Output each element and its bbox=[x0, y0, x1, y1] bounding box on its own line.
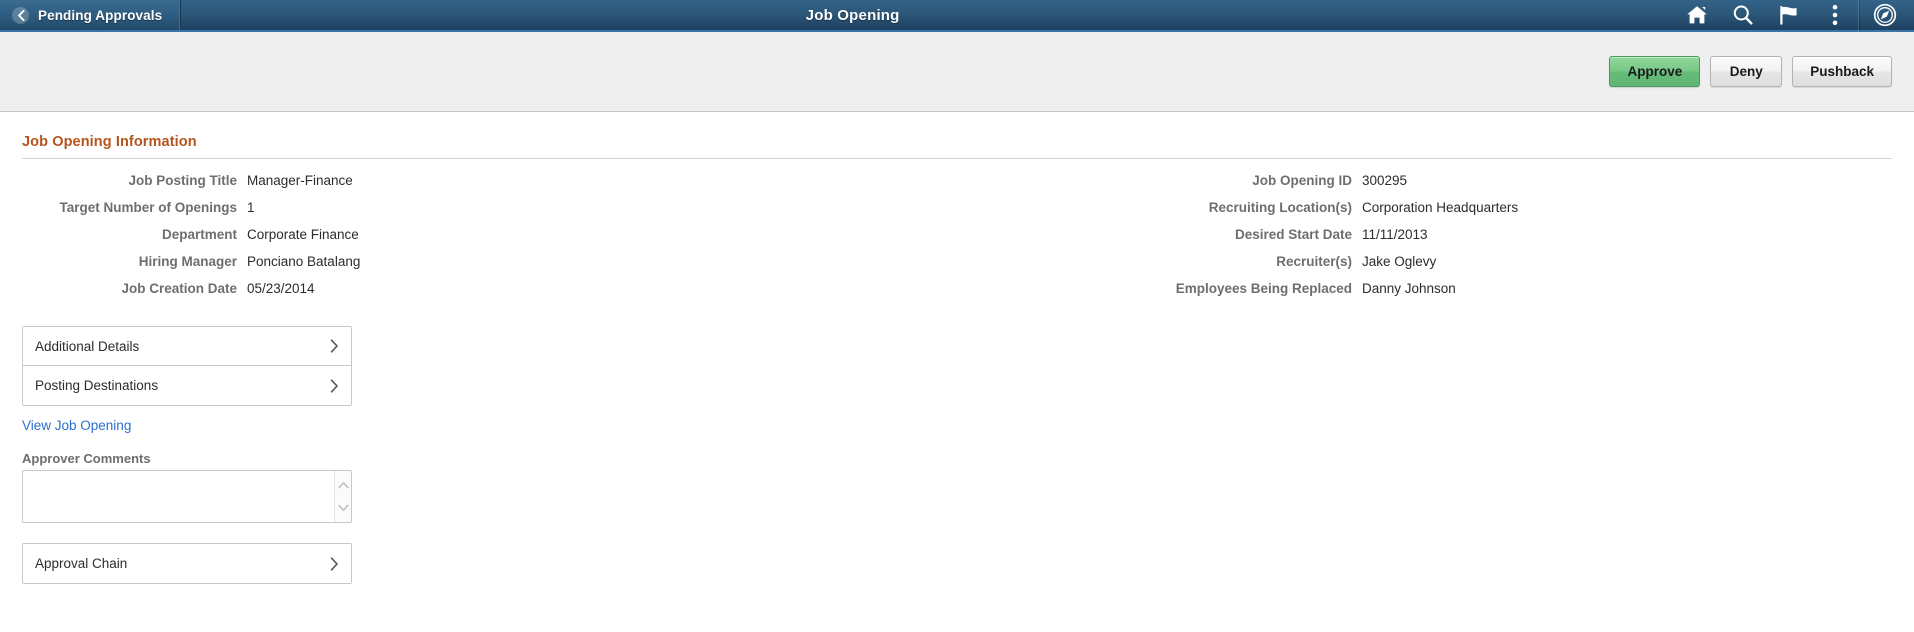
panel-row-posting-destinations[interactable]: Posting Destinations bbox=[23, 366, 351, 405]
field-value: Manager-Finance bbox=[247, 173, 353, 188]
approver-comments-input[interactable] bbox=[23, 471, 334, 522]
field-label: Job Posting Title bbox=[128, 173, 237, 188]
scroll-down-icon[interactable] bbox=[337, 499, 349, 517]
field-value: Ponciano Batalang bbox=[247, 254, 361, 269]
panel-row-additional-details[interactable]: Additional Details bbox=[23, 327, 351, 366]
field-label: Recruiting Location(s) bbox=[1208, 200, 1352, 215]
navbar-compass-icon[interactable] bbox=[1858, 0, 1910, 31]
pushback-button[interactable]: Pushback bbox=[1792, 56, 1892, 87]
field-grid: Job Posting Title Manager-Finance Target… bbox=[22, 173, 1892, 308]
chevron-right-icon bbox=[330, 339, 339, 353]
panel-row-label: Additional Details bbox=[35, 338, 140, 354]
back-chevron-icon bbox=[12, 6, 29, 24]
scroll-up-icon[interactable] bbox=[337, 476, 349, 494]
panel-row-approval-chain[interactable]: Approval Chain bbox=[23, 544, 351, 583]
field-value: 300295 bbox=[1362, 173, 1408, 188]
deny-button[interactable]: Deny bbox=[1710, 56, 1783, 87]
approval-chain-group: Approval Chain bbox=[22, 543, 352, 584]
field-label: Department bbox=[161, 227, 237, 242]
action-toolbar: Approve Deny Pushback bbox=[0, 32, 1914, 112]
field-row: Hiring Manager Ponciano Batalang bbox=[22, 254, 957, 281]
field-label: Desired Start Date bbox=[1234, 227, 1352, 242]
field-value: 05/23/2014 bbox=[247, 281, 315, 296]
field-row: Job Opening ID 300295 bbox=[957, 173, 1892, 200]
panel-row-label: Posting Destinations bbox=[35, 378, 159, 393]
field-label: Target Number of Openings bbox=[59, 200, 237, 215]
field-column-left: Job Posting Title Manager-Finance Target… bbox=[22, 173, 957, 308]
approver-comments-label: Approver Comments bbox=[22, 451, 151, 466]
chevron-right-icon bbox=[330, 378, 339, 393]
approver-comments-field bbox=[22, 470, 352, 523]
field-value: 11/11/2013 bbox=[1362, 227, 1428, 242]
approve-button[interactable]: Approve bbox=[1609, 56, 1701, 87]
vertical-dots-icon[interactable] bbox=[1812, 0, 1858, 31]
view-job-opening-link[interactable]: View Job Opening bbox=[22, 418, 131, 433]
detail-panel-group: Additional Details Posting Destinations bbox=[22, 326, 352, 406]
field-label: Employees Being Replaced bbox=[1175, 281, 1352, 296]
field-column-right: Job Opening ID 300295 Recruiting Locatio… bbox=[957, 173, 1892, 308]
field-label: Job Creation Date bbox=[121, 281, 237, 296]
section-title: Job Opening Information bbox=[22, 134, 197, 150]
field-value: Danny Johnson bbox=[1362, 281, 1456, 296]
back-button-label: Pending Approvals bbox=[38, 7, 163, 23]
field-value: Corporate Finance bbox=[247, 227, 359, 242]
search-icon[interactable] bbox=[1720, 0, 1766, 31]
section-divider bbox=[22, 158, 1892, 159]
chevron-right-icon bbox=[330, 556, 339, 571]
field-label: Hiring Manager bbox=[138, 254, 237, 269]
field-row: Recruiting Location(s) Corporation Headq… bbox=[957, 200, 1892, 227]
back-button[interactable]: Pending Approvals bbox=[0, 0, 182, 30]
page-title: Job Opening bbox=[805, 6, 900, 24]
flag-icon[interactable] bbox=[1766, 0, 1812, 31]
panel-row-label: Approval Chain bbox=[35, 556, 128, 571]
field-row: Job Creation Date 05/23/2014 bbox=[22, 281, 957, 308]
field-row: Employees Being Replaced Danny Johnson bbox=[957, 281, 1892, 308]
field-row: Department Corporate Finance bbox=[22, 227, 957, 254]
field-label: Recruiter(s) bbox=[1276, 254, 1352, 269]
header-icon-group bbox=[1674, 0, 1914, 31]
field-row: Job Posting Title Manager-Finance bbox=[22, 173, 957, 200]
comments-scrollbar[interactable] bbox=[334, 471, 351, 522]
field-value: Corporation Headquarters bbox=[1362, 200, 1519, 215]
content-area: Job Opening Information Job Posting Titl… bbox=[0, 112, 1914, 584]
field-label: Job Opening ID bbox=[1252, 173, 1352, 188]
home-icon[interactable] bbox=[1674, 0, 1720, 31]
field-row: Target Number of Openings 1 bbox=[22, 200, 957, 227]
field-row: Recruiter(s) Jake Oglevy bbox=[957, 254, 1892, 281]
field-row: Desired Start Date 11/11/2013 bbox=[957, 227, 1892, 254]
field-value: 1 bbox=[247, 200, 255, 215]
field-value: Jake Oglevy bbox=[1362, 254, 1437, 269]
view-job-opening-row: View Job Opening bbox=[22, 417, 1892, 435]
app-header: Pending Approvals Job Opening bbox=[0, 0, 1914, 32]
